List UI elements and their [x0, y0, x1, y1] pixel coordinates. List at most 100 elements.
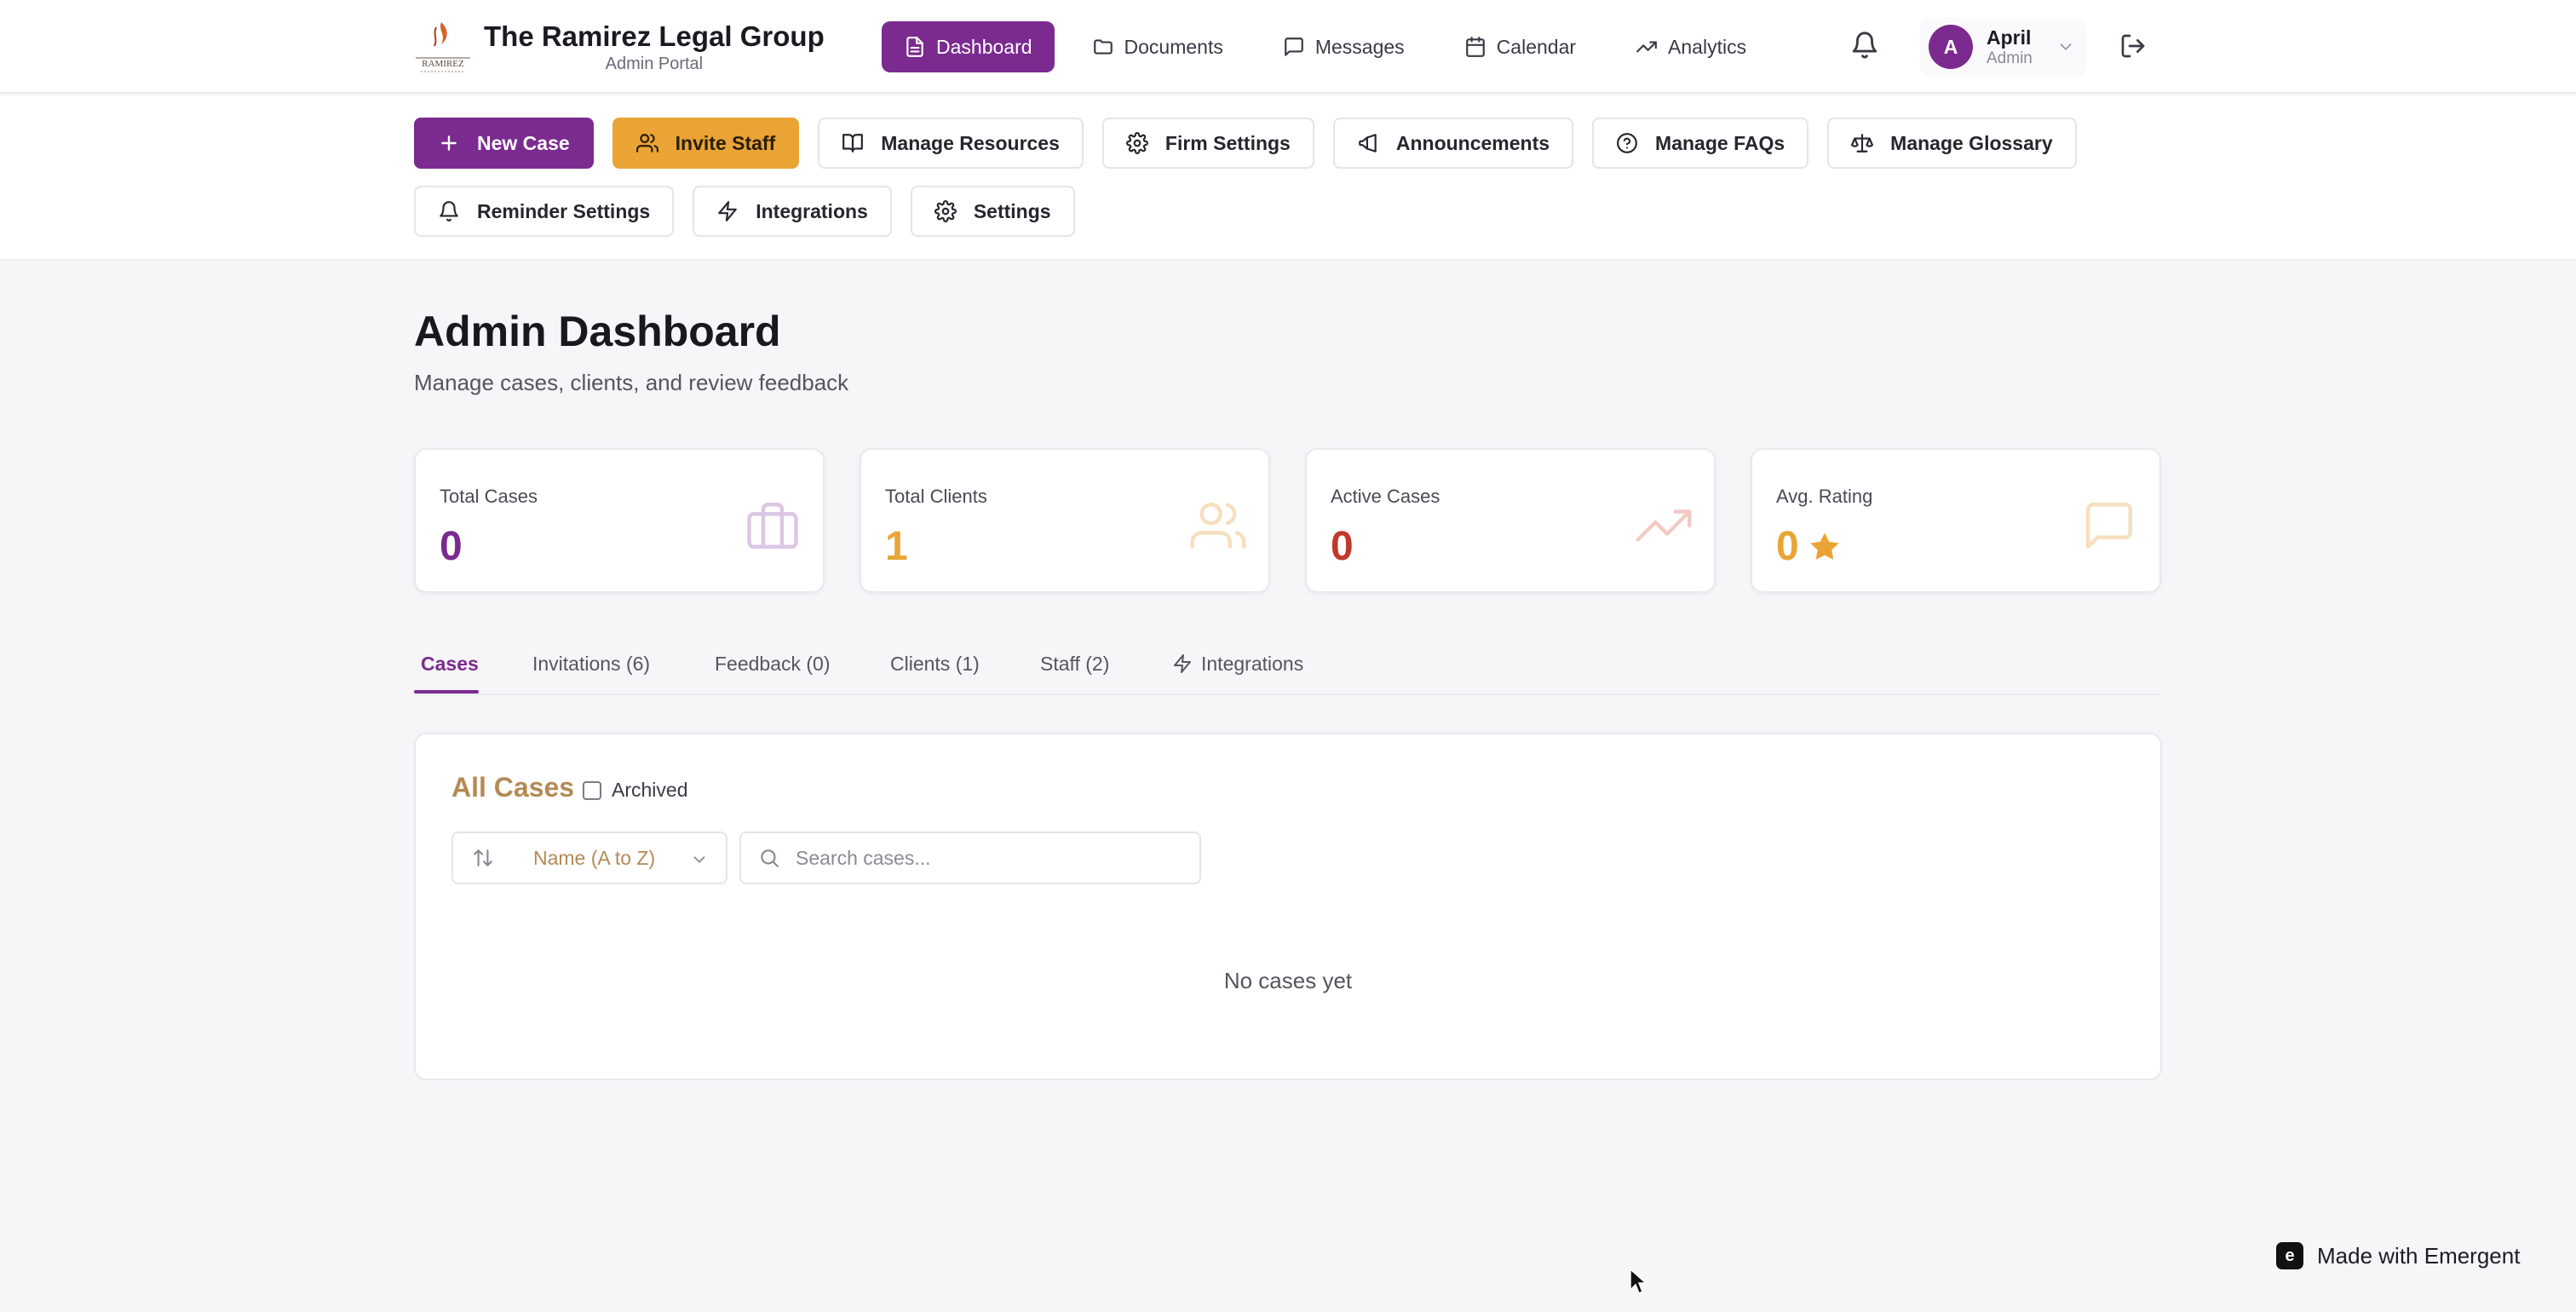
manage-glossary-button[interactable]: Manage Glossary: [1827, 118, 2077, 169]
portal-subtitle: Admin Portal: [605, 54, 704, 73]
page-title: Admin Dashboard: [414, 308, 781, 355]
main-nav: Dashboard Documents Messages Calendar An…: [882, 21, 1768, 72]
dashboard-tabs: Cases Invitations (6) Feedback (0) Clien…: [414, 632, 2160, 695]
chat-icon: [2086, 503, 2132, 549]
scale-icon: [1851, 134, 1874, 152]
folder-icon: [1093, 39, 1113, 55]
nav-documents[interactable]: Documents: [1070, 21, 1245, 72]
tab-clients[interactable]: Clients (1): [890, 632, 980, 695]
archived-checkbox[interactable]: [583, 780, 601, 800]
top-header: RAMIREZ The Ramirez Legal Group Admin Po…: [0, 0, 2576, 94]
new-case-label: New Case: [477, 131, 570, 154]
stat-card-total-cases: Total Cases 0: [414, 448, 825, 593]
manage-resources-button[interactable]: Manage Resources: [818, 118, 1084, 169]
users-icon: [635, 134, 658, 152]
nav-dashboard-label: Dashboard: [936, 35, 1032, 58]
stat-label: Total Clients: [885, 486, 987, 507]
gear-icon: [934, 200, 957, 222]
reminder-settings-button[interactable]: Reminder Settings: [414, 186, 675, 237]
stat-value: 1: [885, 524, 908, 569]
active-tab-indicator: [414, 690, 479, 693]
archived-toggle[interactable]: Archived: [583, 779, 687, 802]
archived-label: Archived: [612, 779, 688, 801]
tab-staff[interactable]: Staff (2): [1040, 632, 1109, 695]
notification-bell-icon[interactable]: [1850, 31, 1879, 60]
tab-label: Cases: [421, 652, 479, 675]
stat-card-total-clients: Total Clients 1: [860, 448, 1270, 593]
firm-settings-button[interactable]: Firm Settings: [1101, 118, 1314, 169]
chevron-down-icon: [693, 856, 705, 864]
gear-icon: [1125, 132, 1148, 154]
admin-toolbar: New Case Invite Staff Manage Resources F…: [0, 95, 2576, 261]
rating-value: 0: [1776, 524, 1799, 569]
nav-calendar[interactable]: Calendar: [1442, 21, 1598, 72]
firm-settings-label: Firm Settings: [1164, 131, 1291, 154]
mouse-cursor-icon: [1630, 1268, 1647, 1295]
nav-calendar-label: Calendar: [1496, 35, 1577, 58]
stat-card-active-cases: Active Cases 0: [1305, 448, 1716, 593]
badge-text: Made with Emergent: [2317, 1242, 2521, 1269]
logout-icon[interactable]: [2119, 32, 2147, 60]
brand[interactable]: RAMIREZ The Ramirez Legal Group Admin Po…: [412, 19, 825, 75]
nav-messages[interactable]: Messages: [1261, 21, 1427, 72]
manage-faqs-label: Manage FAQs: [1655, 131, 1785, 154]
zap-icon: [1174, 654, 1191, 673]
search-icon: [761, 849, 779, 867]
star-icon: [1810, 532, 1839, 560]
manage-faqs-button[interactable]: Manage FAQs: [1592, 118, 1809, 169]
invite-staff-button[interactable]: Invite Staff: [612, 118, 800, 169]
stat-label: Total Cases: [440, 486, 538, 507]
tab-label: Invitations (6): [532, 652, 651, 675]
sort-arrows-icon: [474, 849, 492, 866]
tab-integrations[interactable]: Integrations: [1172, 632, 1303, 695]
reminder-settings-label: Reminder Settings: [477, 199, 651, 222]
briefcase-icon: [747, 503, 798, 549]
megaphone-icon: [1359, 134, 1377, 152]
announcements-button[interactable]: Announcements: [1332, 118, 1574, 169]
cases-panel: All Cases Archived Name (A to Z) No case…: [414, 733, 2162, 1080]
stat-card-avg-rating: Avg. Rating 0: [1751, 448, 2161, 593]
tab-feedback[interactable]: Feedback (0): [715, 632, 831, 695]
nav-documents-label: Documents: [1124, 35, 1223, 58]
manage-resources-label: Manage Resources: [881, 131, 1060, 154]
user-name: April: [1987, 26, 2032, 49]
empty-state: No cases yet: [1223, 968, 1353, 993]
manage-glossary-label: Manage Glossary: [1890, 131, 2053, 154]
tab-label: Clients (1): [890, 652, 980, 675]
stat-label: Active Cases: [1331, 486, 1440, 507]
integrations-button[interactable]: Integrations: [693, 186, 892, 237]
tab-label: Feedback (0): [715, 652, 831, 675]
new-case-button[interactable]: New Case: [414, 118, 594, 169]
help-circle-icon: [1617, 133, 1637, 153]
avatar: A: [1929, 25, 1973, 69]
settings-label: Settings: [973, 199, 1051, 222]
nav-dashboard[interactable]: Dashboard: [882, 21, 1055, 72]
integrations-label: Integrations: [756, 199, 868, 222]
search-input[interactable]: [796, 846, 1187, 870]
book-open-icon: [842, 134, 864, 152]
svg-text:RAMIREZ: RAMIREZ: [422, 59, 464, 69]
tab-invitations[interactable]: Invitations (6): [532, 632, 650, 695]
sort-value: Name (A to Z): [533, 846, 656, 869]
firm-logo: RAMIREZ: [412, 19, 474, 75]
trend-icon: [1636, 41, 1657, 53]
announcements-label: Announcements: [1395, 131, 1550, 154]
settings-button[interactable]: Settings: [910, 186, 1075, 237]
stat-value: 0: [1776, 523, 1842, 570]
trending-up-icon: [1636, 509, 1692, 542]
nav-analytics[interactable]: Analytics: [1613, 21, 1768, 72]
search-box: [739, 832, 1201, 884]
sort-select[interactable]: Name (A to Z): [451, 832, 727, 884]
bell-icon: [440, 201, 458, 222]
zap-icon: [718, 201, 738, 222]
tab-label: Staff (2): [1040, 652, 1110, 675]
tab-cases[interactable]: Cases: [421, 632, 479, 695]
panel-title: All Cases: [451, 772, 575, 803]
message-icon: [1285, 37, 1303, 56]
firm-name: The Ramirez Legal Group: [484, 20, 825, 52]
user-menu[interactable]: A April Admin: [1920, 17, 2087, 77]
emergent-logo-icon: e: [2276, 1242, 2303, 1269]
invite-staff-label: Invite Staff: [675, 131, 776, 154]
stat-label: Avg. Rating: [1776, 486, 1873, 507]
made-with-emergent-badge[interactable]: e Made with Emergent: [2276, 1242, 2520, 1269]
